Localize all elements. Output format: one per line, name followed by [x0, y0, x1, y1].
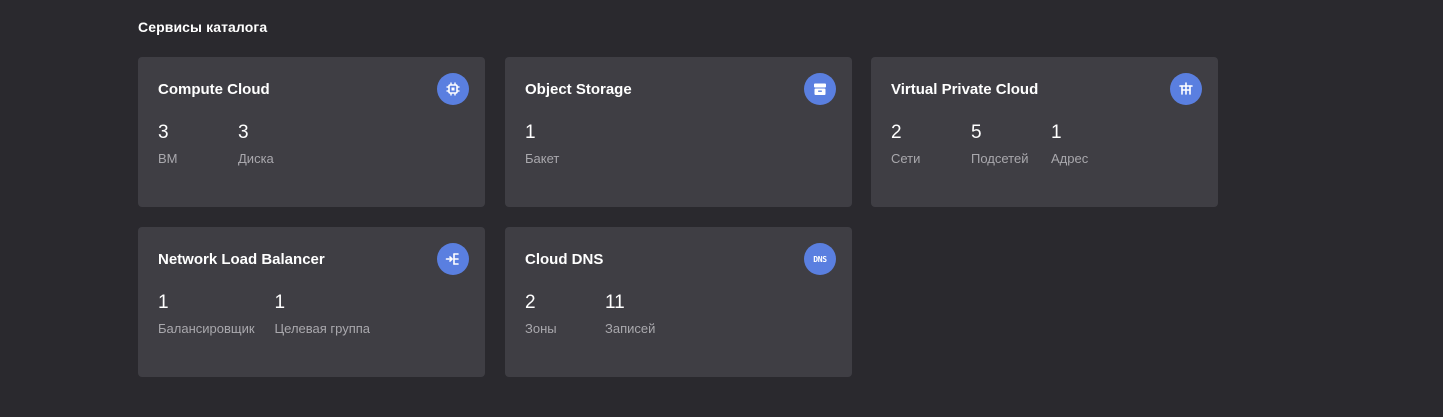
metric-vm: 3 ВМ [158, 121, 218, 167]
metrics: 2 Зоны 11 Записей [525, 291, 685, 337]
metric-value: 1 [525, 122, 536, 143]
dns-icon-text: DNS [813, 254, 827, 264]
metric-networks: 2 Сети [891, 121, 951, 167]
metric-label: Подсетей [971, 151, 1029, 166]
card-title: Virtual Private Cloud [891, 81, 1039, 98]
network-icon [1170, 73, 1202, 105]
metric-label: Зоны [525, 321, 557, 336]
card-title: Compute Cloud [158, 81, 270, 98]
metric-buckets: 1 Бакет [525, 121, 585, 167]
metric-value: 3 [158, 122, 169, 143]
metric-value: 2 [891, 122, 902, 143]
dns-icon: DNS [804, 243, 836, 275]
metric-label: Сети [891, 151, 921, 166]
card-object-storage[interactable]: Object Storage 1 Бакет [505, 57, 852, 207]
metric-value: 11 [605, 292, 625, 313]
metric-label: Диска [238, 151, 274, 166]
metric-label: ВМ [158, 151, 178, 166]
metric-value: 3 [238, 122, 249, 143]
card-cloud-dns[interactable]: Cloud DNS DNS 2 Зоны 11 Записей [505, 227, 852, 377]
metric-value: 2 [525, 292, 536, 313]
metric-label: Балансировщик [158, 321, 255, 336]
card-title: Network Load Balancer [158, 251, 325, 268]
card-compute-cloud[interactable]: Compute Cloud 3 ВМ 3 Диска [138, 57, 485, 207]
card-network-load-balancer[interactable]: Network Load Balancer 1 Балансировщик 1 … [138, 227, 485, 377]
metric-addresses: 1 Адрес [1051, 121, 1111, 167]
metric-label: Бакет [525, 151, 560, 166]
metric-label: Записей [605, 321, 656, 336]
metric-records: 11 Записей [605, 291, 665, 337]
metrics: 3 ВМ 3 Диска [158, 121, 318, 167]
metric-label: Целевая группа [274, 321, 371, 336]
metric-disks: 3 Диска [238, 121, 298, 167]
chip-icon [437, 73, 469, 105]
metric-value: 5 [971, 122, 982, 143]
metric-label: Адрес [1051, 151, 1089, 166]
metric-value: 1 [158, 292, 169, 313]
section-title: Сервисы каталога [138, 19, 268, 35]
metrics: 1 Бакет [525, 121, 605, 167]
storage-icon [804, 73, 836, 105]
metrics: 2 Сети 5 Подсетей 1 Адрес [891, 121, 1131, 167]
metric-value: 1 [274, 292, 286, 313]
metric-value: 1 [1051, 122, 1062, 143]
metric-subnets: 5 Подсетей [971, 121, 1031, 167]
metric-balancers: 1 Балансировщик [158, 291, 255, 337]
card-title: Cloud DNS [525, 251, 604, 268]
metric-zones: 2 Зоны [525, 291, 585, 337]
balancer-icon [437, 243, 469, 275]
metrics: 1 Балансировщик 1 Целевая группа [158, 291, 390, 337]
metric-target-groups: 1 Целевая группа [275, 291, 371, 337]
card-virtual-private-cloud[interactable]: Virtual Private Cloud 2 Сети 5 Подсетей … [871, 57, 1218, 207]
card-title: Object Storage [525, 81, 632, 98]
